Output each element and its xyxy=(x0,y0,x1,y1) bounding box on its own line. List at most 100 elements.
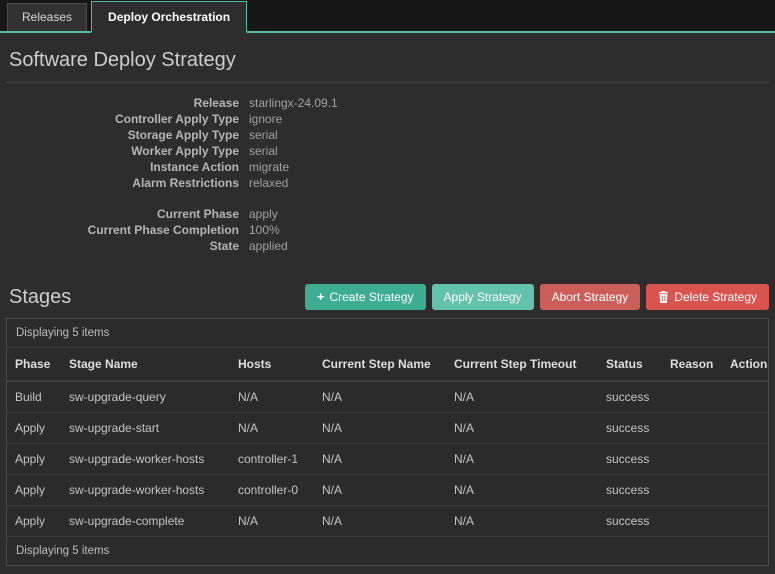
detail-label: Current Phase Completion xyxy=(87,223,239,237)
apply-strategy-button[interactable]: Apply Strategy xyxy=(431,284,534,310)
stages-table: Phase Stage Name Hosts Current Step Name… xyxy=(7,347,768,536)
detail-value: apply xyxy=(249,207,278,221)
cell-stage-name: sw-upgrade-worker-hosts xyxy=(61,474,230,506)
cell-current-step-timeout: N/A xyxy=(446,474,598,506)
cell-actions xyxy=(722,380,768,413)
detail-label: Worker Apply Type xyxy=(131,144,239,158)
delete-strategy-label: Delete Strategy xyxy=(674,290,757,304)
trash-icon xyxy=(658,291,669,303)
cell-reason xyxy=(662,443,722,475)
detail-label: Instance Action xyxy=(150,160,239,174)
cell-hosts: N/A xyxy=(230,505,314,536)
cell-actions xyxy=(722,443,768,475)
column-header-phase: Phase xyxy=(7,347,61,382)
cell-status: success xyxy=(598,443,662,475)
cell-reason xyxy=(662,474,722,506)
cell-stage-name: sw-upgrade-complete xyxy=(61,505,230,536)
detail-label: Release xyxy=(193,96,239,110)
table-header-row: Phase Stage Name Hosts Current Step Name… xyxy=(7,347,768,382)
column-header-actions: Actions xyxy=(722,347,768,382)
cell-current-step-name: N/A xyxy=(314,505,446,536)
cell-reason xyxy=(662,380,722,413)
detail-value: migrate xyxy=(249,160,290,174)
cell-current-step-timeout: N/A xyxy=(446,505,598,536)
detail-value: starlingx-24.09.1 xyxy=(249,96,338,110)
cell-actions xyxy=(722,474,768,506)
page-title: Software Deploy Strategy xyxy=(9,49,236,71)
detail-value: applied xyxy=(249,239,288,253)
detail-label: Current Phase xyxy=(156,207,239,221)
detail-label: Controller Apply Type xyxy=(114,112,239,126)
table-row: Apply sw-upgrade-start N/A N/A N/A succe… xyxy=(7,412,768,444)
table-summary-bottom: Displaying 5 items xyxy=(7,536,768,565)
cell-hosts: N/A xyxy=(230,380,314,413)
detail-row: Controller Apply Type ignore xyxy=(6,111,769,127)
column-header-hosts: Hosts xyxy=(230,347,314,382)
detail-row: Current Phase Completion 100% xyxy=(6,222,769,238)
cell-stage-name: sw-upgrade-query xyxy=(61,380,230,413)
stages-header: Stages + Create Strategy Apply Strategy … xyxy=(6,284,769,310)
detail-row: Instance Action migrate xyxy=(6,159,769,175)
cell-reason xyxy=(662,505,722,536)
tab-releases[interactable]: Releases xyxy=(7,3,88,31)
detail-value: ignore xyxy=(249,112,283,126)
cell-current-step-name: N/A xyxy=(314,474,446,506)
create-strategy-button[interactable]: + Create Strategy xyxy=(304,284,426,310)
abort-strategy-button[interactable]: Abort Strategy xyxy=(539,284,641,310)
detail-row: Worker Apply Type serial xyxy=(6,143,769,159)
cell-phase: Build xyxy=(7,380,61,413)
main-content: Software Deploy Strategy Release starlin… xyxy=(0,33,775,574)
tab-deploy-orchestration[interactable]: Deploy Orchestration xyxy=(91,1,248,33)
table-row: Apply sw-upgrade-worker-hosts controller… xyxy=(7,443,768,475)
table-summary-top: Displaying 5 items xyxy=(16,327,110,339)
detail-label: State xyxy=(209,239,239,253)
cell-phase: Apply xyxy=(7,474,61,506)
cell-status: success xyxy=(598,505,662,536)
table-row: Apply sw-upgrade-worker-hosts controller… xyxy=(7,474,768,506)
cell-current-step-timeout: N/A xyxy=(446,380,598,413)
cell-current-step-name: N/A xyxy=(314,443,446,475)
create-strategy-label: Create Strategy xyxy=(329,290,414,304)
apply-strategy-label: Apply Strategy xyxy=(443,290,522,304)
cell-phase: Apply xyxy=(7,443,61,475)
tab-bar: Releases Deploy Orchestration xyxy=(0,0,775,33)
cell-reason xyxy=(662,412,722,444)
cell-phase: Apply xyxy=(7,505,61,536)
detail-value: 100% xyxy=(249,223,280,237)
abort-strategy-label: Abort Strategy xyxy=(551,290,629,304)
detail-row: Release starlingx-24.09.1 xyxy=(6,95,769,111)
cell-stage-name: sw-upgrade-worker-hosts xyxy=(61,443,230,475)
detail-group-gap xyxy=(6,191,769,206)
cell-current-step-name: N/A xyxy=(314,380,446,413)
cell-current-step-name: N/A xyxy=(314,412,446,444)
detail-value: serial xyxy=(249,144,278,158)
detail-row: Alarm Restrictions relaxed xyxy=(6,175,769,191)
detail-row: Storage Apply Type serial xyxy=(6,127,769,143)
cell-hosts: N/A xyxy=(230,412,314,444)
cell-status: success xyxy=(598,380,662,413)
detail-row: Current Phase apply xyxy=(6,206,769,222)
cell-actions xyxy=(722,505,768,536)
stages-title: Stages xyxy=(9,285,72,308)
column-header-current-step-name: Current Step Name xyxy=(314,347,446,382)
cell-hosts: controller-1 xyxy=(230,443,314,475)
plus-icon: + xyxy=(316,289,325,304)
column-header-reason: Reason xyxy=(662,347,722,382)
detail-value: relaxed xyxy=(249,176,289,190)
table-row: Build sw-upgrade-query N/A N/A N/A succe… xyxy=(7,380,768,413)
detail-label: Alarm Restrictions xyxy=(132,176,239,190)
cell-actions xyxy=(722,412,768,444)
detail-value: serial xyxy=(249,128,278,142)
stages-actions: + Create Strategy Apply Strategy Abort S… xyxy=(299,284,769,310)
column-header-stage-name: Stage Name xyxy=(61,347,230,382)
cell-stage-name: sw-upgrade-start xyxy=(61,412,230,444)
strategy-details: Release starlingx-24.09.1 Controller App… xyxy=(6,95,769,254)
detail-row: State applied xyxy=(6,238,769,254)
cell-status: success xyxy=(598,412,662,444)
cell-phase: Apply xyxy=(7,412,61,444)
title-divider xyxy=(6,82,769,83)
delete-strategy-button[interactable]: Delete Strategy xyxy=(646,284,769,310)
column-header-status: Status xyxy=(598,347,662,382)
cell-hosts: controller-0 xyxy=(230,474,314,506)
detail-label: Storage Apply Type xyxy=(127,128,239,142)
